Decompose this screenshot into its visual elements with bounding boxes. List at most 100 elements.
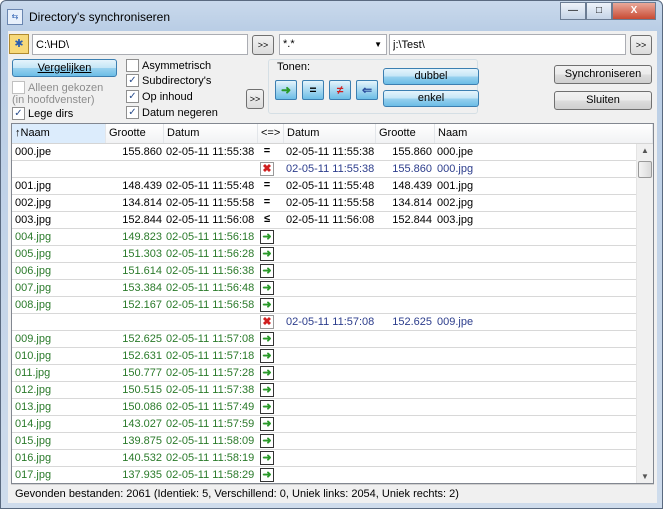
left-size: 152.844 — [122, 214, 162, 226]
double-button[interactable]: dubbel — [383, 68, 479, 85]
compare-label: Vergelijken — [37, 62, 92, 74]
left-date: 02-05-11 11:56:48 — [166, 282, 255, 294]
table-row[interactable]: ✖ 02-05-11 11:55:38 155.860 000.jpg — [12, 161, 636, 178]
left-name: 013.jpg — [15, 401, 52, 413]
empty-dirs-checkbox[interactable]: ✓ Lege dirs — [12, 107, 73, 120]
close-button[interactable]: X — [612, 2, 656, 20]
left-size: 149.823 — [122, 231, 162, 243]
scroll-thumb[interactable] — [638, 161, 652, 178]
synchronize-button[interactable]: Synchroniseren — [554, 65, 652, 84]
table-row[interactable]: 001.jpg 148.439 02-05-11 11:55:48 = 02-0… — [12, 178, 636, 195]
only-selected-checkbox[interactable]: Alleen gekozen — [12, 81, 103, 94]
show-label: Tonen: — [277, 61, 311, 73]
compare-status-icon: ➜ — [260, 400, 274, 414]
right-browse-button[interactable]: >> — [630, 35, 652, 55]
asym-label: Asymmetrisch — [142, 59, 212, 72]
compare-button[interactable]: Vergelijken — [12, 59, 117, 77]
scroll-up-button[interactable]: ▲ — [641, 146, 649, 155]
col-compare[interactable]: <=> — [258, 124, 284, 143]
left-name: 000.jpe — [15, 146, 52, 158]
col-date[interactable]: Datum — [164, 124, 258, 143]
only-selected-sublabel: (in hoofdvenster) — [12, 94, 95, 106]
table-row[interactable]: 014.jpg 143.027 02-05-11 11:57:59 ➜ — [12, 416, 636, 433]
right-size: 152.844 — [392, 214, 432, 226]
left-size: 150.086 — [122, 401, 162, 413]
col-size[interactable]: Grootte — [106, 124, 164, 143]
table-row[interactable]: 005.jpg 151.303 02-05-11 11:56:28 ➜ — [12, 246, 636, 263]
folder-icon[interactable]: ✱ — [9, 34, 29, 54]
table-row[interactable]: 015.jpg 139.875 02-05-11 11:58:09 ➜ — [12, 433, 636, 450]
show-different-toggle[interactable]: ≠ — [329, 80, 351, 100]
table-row[interactable]: 013.jpg 150.086 02-05-11 11:57:49 ➜ — [12, 399, 636, 416]
table-row[interactable]: 009.jpg 152.625 02-05-11 11:57:08 ➜ — [12, 331, 636, 348]
maximize-button[interactable]: □ — [586, 2, 612, 20]
minimize-button[interactable]: — — [560, 2, 586, 20]
compare-status-icon: ➜ — [260, 383, 274, 397]
table-row[interactable]: ✖ 02-05-11 11:57:08 152.625 009.jpe — [12, 314, 636, 331]
filter-dropdown[interactable]: *.* ▼ — [279, 34, 387, 55]
left-name: 014.jpg — [15, 418, 52, 430]
left-browse-button[interactable]: >> — [252, 35, 274, 55]
compare-status-icon: ≤ — [263, 213, 271, 225]
right-name: 000.jpg — [437, 163, 474, 175]
left-size: 139.875 — [122, 435, 162, 447]
window-title: Directory's synchroniseren — [29, 10, 171, 24]
table-row[interactable]: 004.jpg 149.823 02-05-11 11:56:18 ➜ — [12, 229, 636, 246]
rows: 000.jpe 155.860 02-05-11 11:55:38 = 02-0… — [12, 144, 636, 483]
show-right-only-toggle[interactable]: ⇐ — [356, 80, 378, 100]
compare-status-icon: = — [263, 145, 271, 157]
left-date: 02-05-11 11:56:28 — [166, 248, 255, 260]
left-name: 006.jpg — [15, 265, 52, 277]
list-header: ↑Naam Grootte Datum <=> Datum Grootte Na… — [12, 124, 653, 144]
asym-checkbox[interactable]: Asymmetrisch — [126, 59, 211, 72]
col-right-size[interactable]: Grootte — [376, 124, 435, 143]
subdirs-checkbox[interactable]: ✓ Subdirectory's — [126, 74, 211, 87]
left-date: 02-05-11 11:56:08 — [166, 214, 255, 226]
col-name[interactable]: ↑Naam — [12, 124, 106, 143]
table-row[interactable]: 016.jpg 140.532 02-05-11 11:58:19 ➜ — [12, 450, 636, 467]
table-row[interactable]: 017.jpg 137.935 02-05-11 11:58:29 ➜ — [12, 467, 636, 483]
table-row[interactable]: 008.jpg 152.167 02-05-11 11:56:58 ➜ — [12, 297, 636, 314]
table-row[interactable]: 011.jpg 150.777 02-05-11 11:57:28 ➜ — [12, 365, 636, 382]
single-button[interactable]: enkel — [383, 90, 479, 107]
left-date: 02-05-11 11:56:18 — [166, 231, 255, 243]
left-size: 152.625 — [122, 333, 162, 345]
col-right-name[interactable]: Naam — [435, 124, 653, 143]
right-name: 000.jpe — [437, 146, 474, 158]
right-path-input[interactable] — [389, 34, 626, 55]
left-size: 152.167 — [122, 299, 162, 311]
file-list: ↑Naam Grootte Datum <=> Datum Grootte Na… — [11, 123, 654, 484]
right-date: 02-05-11 11:55:38 — [286, 146, 375, 158]
ignore-date-checkbox[interactable]: ✓ Datum negeren — [126, 106, 218, 119]
compare-status-icon: ✖ — [260, 315, 274, 329]
table-row[interactable]: 006.jpg 151.614 02-05-11 11:56:38 ➜ — [12, 263, 636, 280]
table-row[interactable]: 012.jpg 150.515 02-05-11 11:57:38 ➜ — [12, 382, 636, 399]
right-name: 001.jpg — [437, 180, 474, 192]
table-row[interactable]: 002.jpg 134.814 02-05-11 11:55:58 = 02-0… — [12, 195, 636, 212]
more-options-button[interactable]: >> — [246, 89, 264, 109]
table-row[interactable]: 010.jpg 152.631 02-05-11 11:57:18 ➜ — [12, 348, 636, 365]
table-row[interactable]: 007.jpg 153.384 02-05-11 11:56:48 ➜ — [12, 280, 636, 297]
left-path-input[interactable] — [32, 34, 248, 55]
vertical-scrollbar[interactable]: ▲ ▼ — [636, 144, 653, 483]
show-equal-toggle[interactable]: = — [302, 80, 324, 100]
table-row[interactable]: 000.jpe 155.860 02-05-11 11:55:38 = 02-0… — [12, 144, 636, 161]
right-size: 148.439 — [392, 180, 432, 192]
scroll-down-button[interactable]: ▼ — [641, 472, 649, 481]
left-size: 140.532 — [122, 452, 162, 464]
table-row[interactable]: 003.jpg 152.844 02-05-11 11:56:08 ≤ 02-0… — [12, 212, 636, 229]
show-left-only-toggle[interactable]: ➜ — [275, 80, 297, 100]
compare-status-icon: ➜ — [260, 434, 274, 448]
left-date: 02-05-11 11:57:38 — [166, 384, 255, 396]
compare-status-icon: ➜ — [260, 417, 274, 431]
close-dialog-button[interactable]: Sluiten — [554, 91, 652, 110]
right-date: 02-05-11 11:55:58 — [286, 197, 375, 209]
subdirs-label: Subdirectory's — [142, 74, 212, 87]
by-content-checkbox[interactable]: ✓ Op inhoud — [126, 90, 193, 103]
left-name: 011.jpg — [15, 367, 51, 379]
compare-status-icon: = — [263, 196, 271, 208]
empty-dirs-label: Lege dirs — [28, 107, 74, 120]
compare-status-icon: ➜ — [260, 366, 274, 380]
left-name: 001.jpg — [15, 180, 52, 192]
col-right-date[interactable]: Datum — [284, 124, 376, 143]
